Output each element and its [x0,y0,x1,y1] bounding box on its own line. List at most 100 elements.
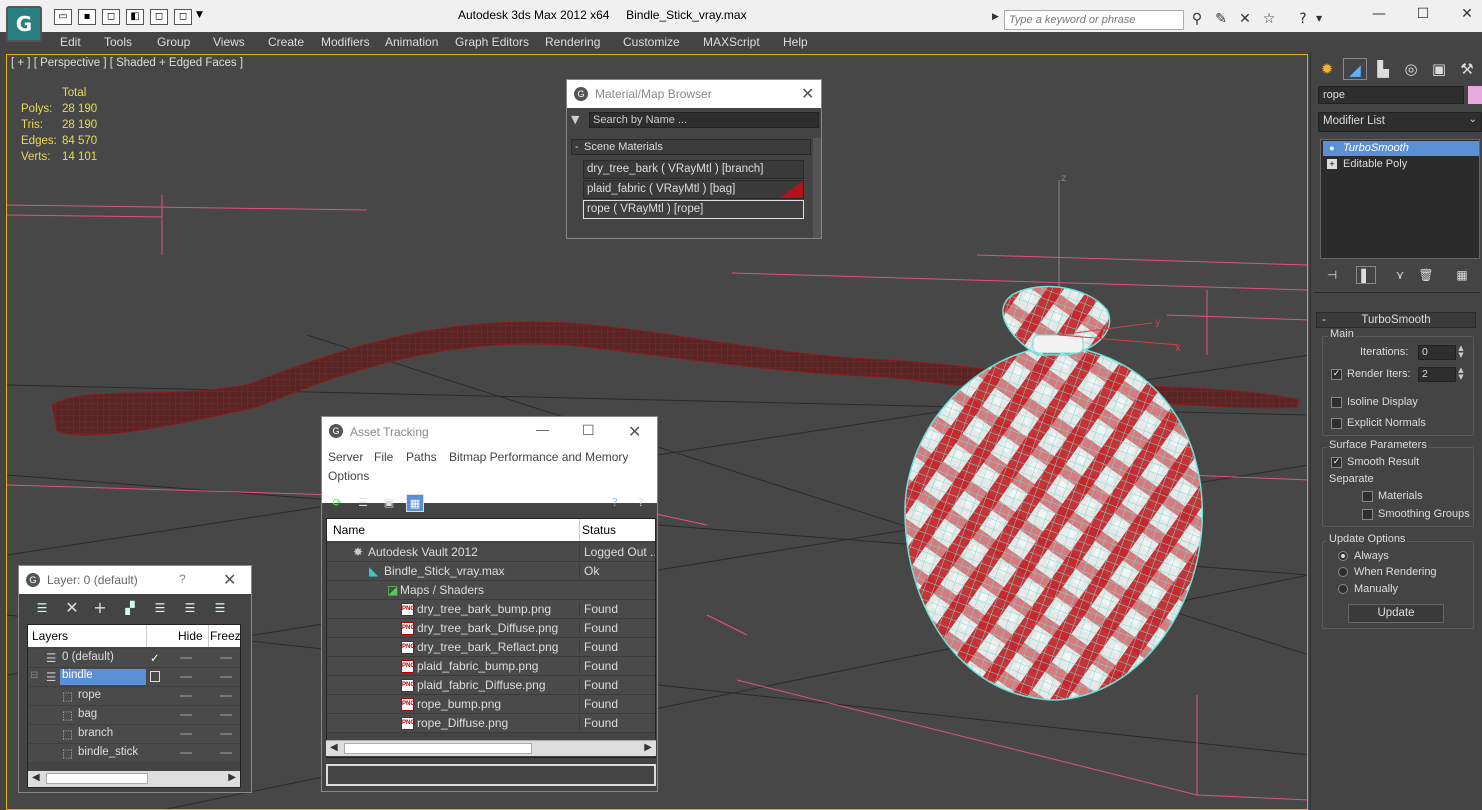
expand-plus-icon[interactable]: + [1327,159,1337,169]
highlight-layer-icon[interactable]: ☰ [151,599,169,617]
freeze-toggle[interactable] [220,676,232,678]
pin-stack-icon[interactable]: ⊣ [1322,266,1342,284]
freeze-toggle[interactable] [220,657,232,659]
layer-row[interactable]: ⬚ bag [28,706,240,725]
infocenter-search-input[interactable]: Type a keyword or phrase [1004,10,1184,30]
explicit-normals-checkbox[interactable] [1331,418,1342,429]
table-row[interactable]: PNG dry_tree_bark_bump.png Found [327,600,655,619]
display-tab-icon[interactable]: ▣ [1427,58,1451,80]
table-row[interactable]: PNG dry_tree_bark_Diffuse.png Found [327,619,655,638]
communication-center-icon[interactable]: ✕ [1236,10,1254,28]
collapse-minus-icon[interactable]: ⊟ [30,670,38,681]
scroll-left-icon[interactable]: ◀ [330,742,338,753]
minimize-icon[interactable]: — [1364,4,1394,24]
menu-animation[interactable]: Animation [385,35,438,49]
close-icon[interactable]: ✕ [223,570,236,590]
column-header[interactable]: Status [582,523,616,537]
modify-tab-icon[interactable]: ◢ [1343,58,1367,80]
layer-row[interactable]: ☰ 0 (default) ✓ [28,649,240,668]
modifier-list-dropdown[interactable]: Modifier List ⌄ [1318,112,1482,132]
add-to-layer-icon[interactable]: + [91,599,109,617]
menu-maxscript[interactable]: MAXScript [703,35,760,49]
menu-views[interactable]: Views [213,35,245,49]
horizontal-scrollbar[interactable]: ◀ ▶ [28,771,240,787]
menu-create[interactable]: Create [268,35,304,49]
quick-access-dropdown-icon[interactable]: ▼ [196,10,203,20]
search-expand-icon[interactable]: ▶ [992,12,999,22]
table-row[interactable]: PNG plaid_fabric_Diffuse.png Found [327,676,655,695]
hierarchy-tab-icon[interactable]: ▙ [1371,58,1395,80]
layer-row[interactable]: ⬚ bindle_stick [28,744,240,763]
context-help-icon[interactable]: ? [632,494,650,512]
subscription-key-icon[interactable]: ✎ [1212,10,1230,28]
menu-help[interactable]: Help [783,35,808,49]
menu-server[interactable]: Server [328,450,363,464]
scroll-left-icon[interactable]: ◀ [32,772,40,783]
hide-toggle[interactable] [180,695,192,697]
viewport-label[interactable]: [ + ] [ Perspective ] [ Shaded + Edged F… [11,57,243,69]
menu-paths[interactable]: Paths [406,450,437,464]
menu-bitmap-performance[interactable]: Bitmap Performance and Memory [449,450,628,464]
material-item[interactable]: dry_tree_bark ( VRayMtl ) [branch] [583,160,804,179]
redo-icon[interactable]: ◧ [126,9,144,25]
help-icon[interactable]: ? [606,494,624,512]
render-iters-spinner[interactable]: 2 [1418,367,1456,382]
hide-toggle[interactable] [180,714,192,716]
update-button[interactable]: Update [1348,604,1444,623]
create-tab-icon[interactable]: ✹ [1315,58,1339,80]
column-header[interactable]: Name [333,523,365,537]
scroll-right-icon[interactable]: ▶ [644,742,652,753]
scrollbar-thumb[interactable] [344,743,532,754]
freeze-toggle[interactable] [220,695,232,697]
stack-item-editable-poly[interactable]: + Editable Poly [1323,157,1479,172]
thumbnail-view-icon[interactable]: ▣ [380,494,398,512]
spinner-arrows-icon[interactable]: ▲ ▼ [1457,367,1465,382]
scene-materials-section[interactable]: - Scene Materials [571,139,811,155]
select-objects-icon[interactable]: ▞ [121,599,139,617]
layer-row[interactable]: ⊟ ☰ bindle [28,668,240,687]
turbosmooth-rollout-header[interactable]: - TurboSmooth [1316,312,1476,328]
render-iters-checkbox[interactable]: ✓ [1331,369,1342,380]
menu-edit[interactable]: Edit [60,35,81,49]
application-logo-icon[interactable]: G [6,6,42,42]
table-row[interactable]: PNG dry_tree_bark_Reflact.png Found [327,638,655,657]
column-header[interactable]: Hide [178,629,203,643]
list-view-icon[interactable]: ☰ [354,494,372,512]
menu-group[interactable]: Group [157,35,190,49]
spinner-arrows-icon[interactable]: ▲ ▼ [1457,345,1465,360]
lightbulb-icon[interactable]: ● [1327,143,1337,153]
material-item[interactable]: rope ( VRayMtl ) [rope] [583,200,804,219]
object-color-swatch[interactable] [1468,86,1482,104]
set-current-box-icon[interactable] [150,671,160,682]
material-scrollbar[interactable] [813,138,821,238]
favorites-star-icon[interactable]: ☆ [1260,10,1278,28]
material-item[interactable]: plaid_fabric ( VRayMtl ) [bag] [583,180,804,199]
menu-modifiers[interactable]: Modifiers [321,35,370,49]
smoothing-groups-checkbox[interactable] [1362,509,1373,520]
column-header[interactable]: Layers [32,629,68,643]
active-layer-check-icon[interactable]: ✓ [150,651,160,665]
binoculars-icon[interactable]: ⚲ [1188,10,1206,28]
freeze-toggle[interactable] [220,714,232,716]
table-row[interactable]: PNG plaid_fabric_bump.png Found [327,657,655,676]
menu-file[interactable]: File [374,450,393,464]
maximize-icon[interactable]: ☐ [1408,4,1438,24]
smooth-result-checkbox[interactable]: ✓ [1331,457,1342,468]
save-icon[interactable]: ▪ [78,9,96,25]
table-row[interactable]: ✸ Autodesk Vault 2012 Logged Out ... [327,543,655,562]
material-search-input[interactable]: Search by Name ... [589,112,819,128]
make-unique-icon[interactable]: ⋎ [1390,266,1410,284]
scrollbar-thumb[interactable] [46,773,148,784]
asset-tracking-titlebar[interactable]: G Asset Tracking — ☐ ✕ [322,417,657,447]
table-view-icon[interactable]: ▦ [406,494,424,512]
hide-toggle[interactable] [180,657,192,659]
delete-layer-icon[interactable]: ✕ [63,599,81,617]
object-name-field[interactable]: rope [1318,86,1464,104]
menu-options[interactable]: Options [328,469,369,483]
hide-toggle[interactable] [180,733,192,735]
iterations-spinner[interactable]: 0 [1418,345,1456,360]
menu-graph-editors[interactable]: Graph Editors [455,35,529,49]
refresh-icon[interactable]: ⟳ [328,494,346,512]
minimize-icon[interactable]: — [536,422,549,437]
stack-item-turbosmooth[interactable]: ● TurboSmooth [1323,141,1479,156]
